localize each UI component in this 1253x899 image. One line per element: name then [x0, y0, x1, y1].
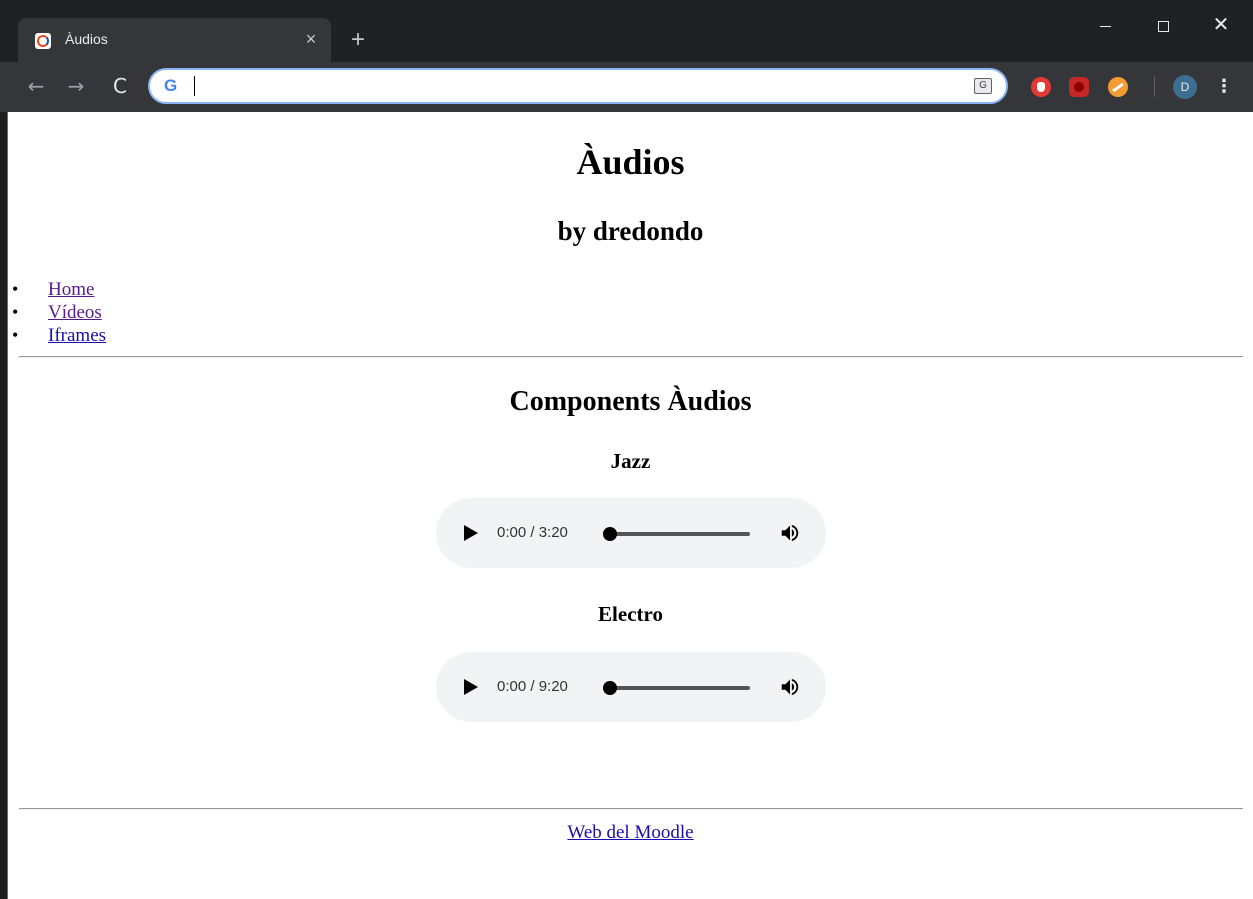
play-icon[interactable]	[464, 525, 478, 541]
section-title: Components Àudios	[509, 386, 752, 417]
nav-list: Home Vídeos Iframes	[8, 278, 106, 347]
tab-title: Àudios	[65, 31, 108, 47]
toolbar-divider	[1154, 77, 1155, 97]
nav-item-home: Home	[8, 278, 106, 301]
address-bar[interactable]: G G	[148, 68, 1008, 104]
seek-thumb[interactable]	[603, 681, 617, 695]
window-close-button[interactable]: ✕	[1198, 10, 1244, 40]
nav-link-home[interactable]: Home	[48, 279, 94, 300]
volume-icon[interactable]	[779, 676, 801, 698]
page-subtitle: by dredondo	[557, 216, 704, 246]
browser-toolbar: ← → C G G D ⋮	[0, 62, 1253, 112]
browser-chrome: Àudios × + ✕ ← → C G G D ⋮	[0, 0, 1253, 112]
profile-avatar[interactable]: D	[1173, 75, 1197, 99]
nav-link-iframes[interactable]: Iframes	[48, 325, 106, 346]
new-tab-button[interactable]: +	[345, 27, 371, 53]
play-icon[interactable]	[464, 679, 478, 695]
text-caret	[194, 76, 195, 96]
adblock-icon[interactable]	[1031, 77, 1051, 97]
track-title-jazz: Jazz	[610, 449, 651, 473]
seek-bar[interactable]	[610, 686, 750, 690]
audio-player-jazz: 0:00 / 3:20	[436, 498, 826, 568]
audio-player-electro: 0:00 / 9:20	[436, 652, 826, 722]
moodle-favicon-icon	[35, 33, 51, 49]
minimize-button[interactable]	[1082, 10, 1128, 40]
seek-thumb[interactable]	[603, 527, 617, 541]
footer-divider	[19, 808, 1243, 810]
seek-bar[interactable]	[610, 532, 750, 536]
orange-extension-icon[interactable]	[1108, 77, 1128, 97]
forward-button[interactable]: →	[62, 72, 90, 100]
maximize-icon	[1157, 20, 1169, 32]
translate-icon[interactable]: G	[974, 78, 992, 94]
track-title-electro: Electro	[598, 602, 663, 626]
browser-tab[interactable]: Àudios ×	[18, 18, 331, 62]
page-title: Àudios	[576, 142, 685, 182]
divider	[19, 356, 1243, 358]
nav-item-videos: Vídeos	[8, 301, 106, 324]
moodle-link[interactable]: Web del Moodle	[567, 822, 693, 843]
close-tab-button[interactable]: ×	[301, 29, 321, 49]
footer: Web del Moodle	[8, 821, 1253, 844]
nav-link-videos[interactable]: Vídeos	[48, 302, 102, 323]
browser-menu-icon[interactable]: ⋮	[1214, 75, 1234, 99]
window-border	[0, 0, 8, 899]
back-button[interactable]: ←	[22, 72, 50, 100]
red-cube-extension-icon[interactable]	[1069, 77, 1089, 97]
tab-strip: Àudios × + ✕	[0, 0, 1253, 62]
page-content: Àudios by dredondo Home Vídeos Iframes C…	[8, 112, 1253, 899]
reload-button[interactable]: C	[106, 72, 134, 100]
nav-item-iframes: Iframes	[8, 324, 106, 347]
volume-icon[interactable]	[779, 522, 801, 544]
google-icon: G	[164, 76, 178, 95]
minimize-icon	[1099, 25, 1111, 27]
address-input[interactable]	[196, 74, 956, 98]
time-display: 0:00 / 9:20	[497, 678, 568, 695]
maximize-button[interactable]	[1140, 10, 1186, 40]
time-display: 0:00 / 3:20	[497, 524, 568, 541]
